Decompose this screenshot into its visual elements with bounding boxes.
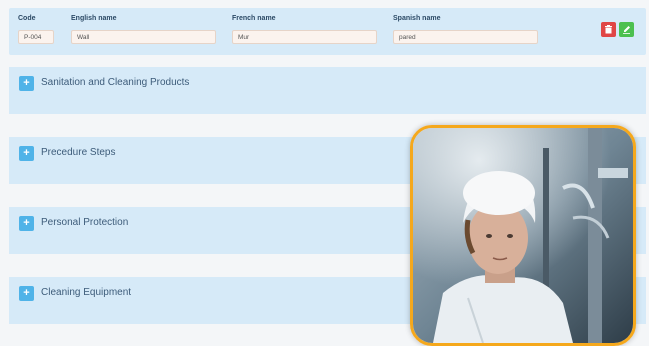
- delete-button[interactable]: [601, 22, 616, 37]
- spanish-name-input[interactable]: [393, 30, 538, 44]
- plus-icon: +: [23, 147, 30, 159]
- french-name-label: French name: [232, 15, 276, 22]
- plus-icon: +: [23, 217, 30, 229]
- section-title[interactable]: Personal Protection: [41, 217, 128, 228]
- section-sanitation-cleaning-products: + Sanitation and Cleaning Products: [9, 67, 646, 114]
- edit-icon: [623, 26, 630, 34]
- french-name-input[interactable]: [232, 30, 377, 44]
- worker-photo: [410, 125, 636, 346]
- code-input[interactable]: [18, 30, 54, 44]
- expand-button[interactable]: +: [19, 216, 34, 231]
- code-label: Code: [18, 15, 36, 22]
- worker-illustration: [413, 128, 633, 343]
- plus-icon: +: [23, 77, 30, 89]
- section-title[interactable]: Sanitation and Cleaning Products: [41, 77, 189, 88]
- english-name-label: English name: [71, 15, 117, 22]
- section-title[interactable]: Cleaning Equipment: [41, 287, 131, 298]
- expand-button[interactable]: +: [19, 286, 34, 301]
- edit-button[interactable]: [619, 22, 634, 37]
- section-title[interactable]: Precedure Steps: [41, 147, 116, 158]
- english-name-input[interactable]: [71, 30, 216, 44]
- plus-icon: +: [23, 287, 30, 299]
- trash-icon: [605, 25, 612, 34]
- edit-row: Code English name French name Spanish na…: [9, 8, 646, 55]
- spanish-name-label: Spanish name: [393, 15, 441, 22]
- expand-button[interactable]: +: [19, 76, 34, 91]
- expand-button[interactable]: +: [19, 146, 34, 161]
